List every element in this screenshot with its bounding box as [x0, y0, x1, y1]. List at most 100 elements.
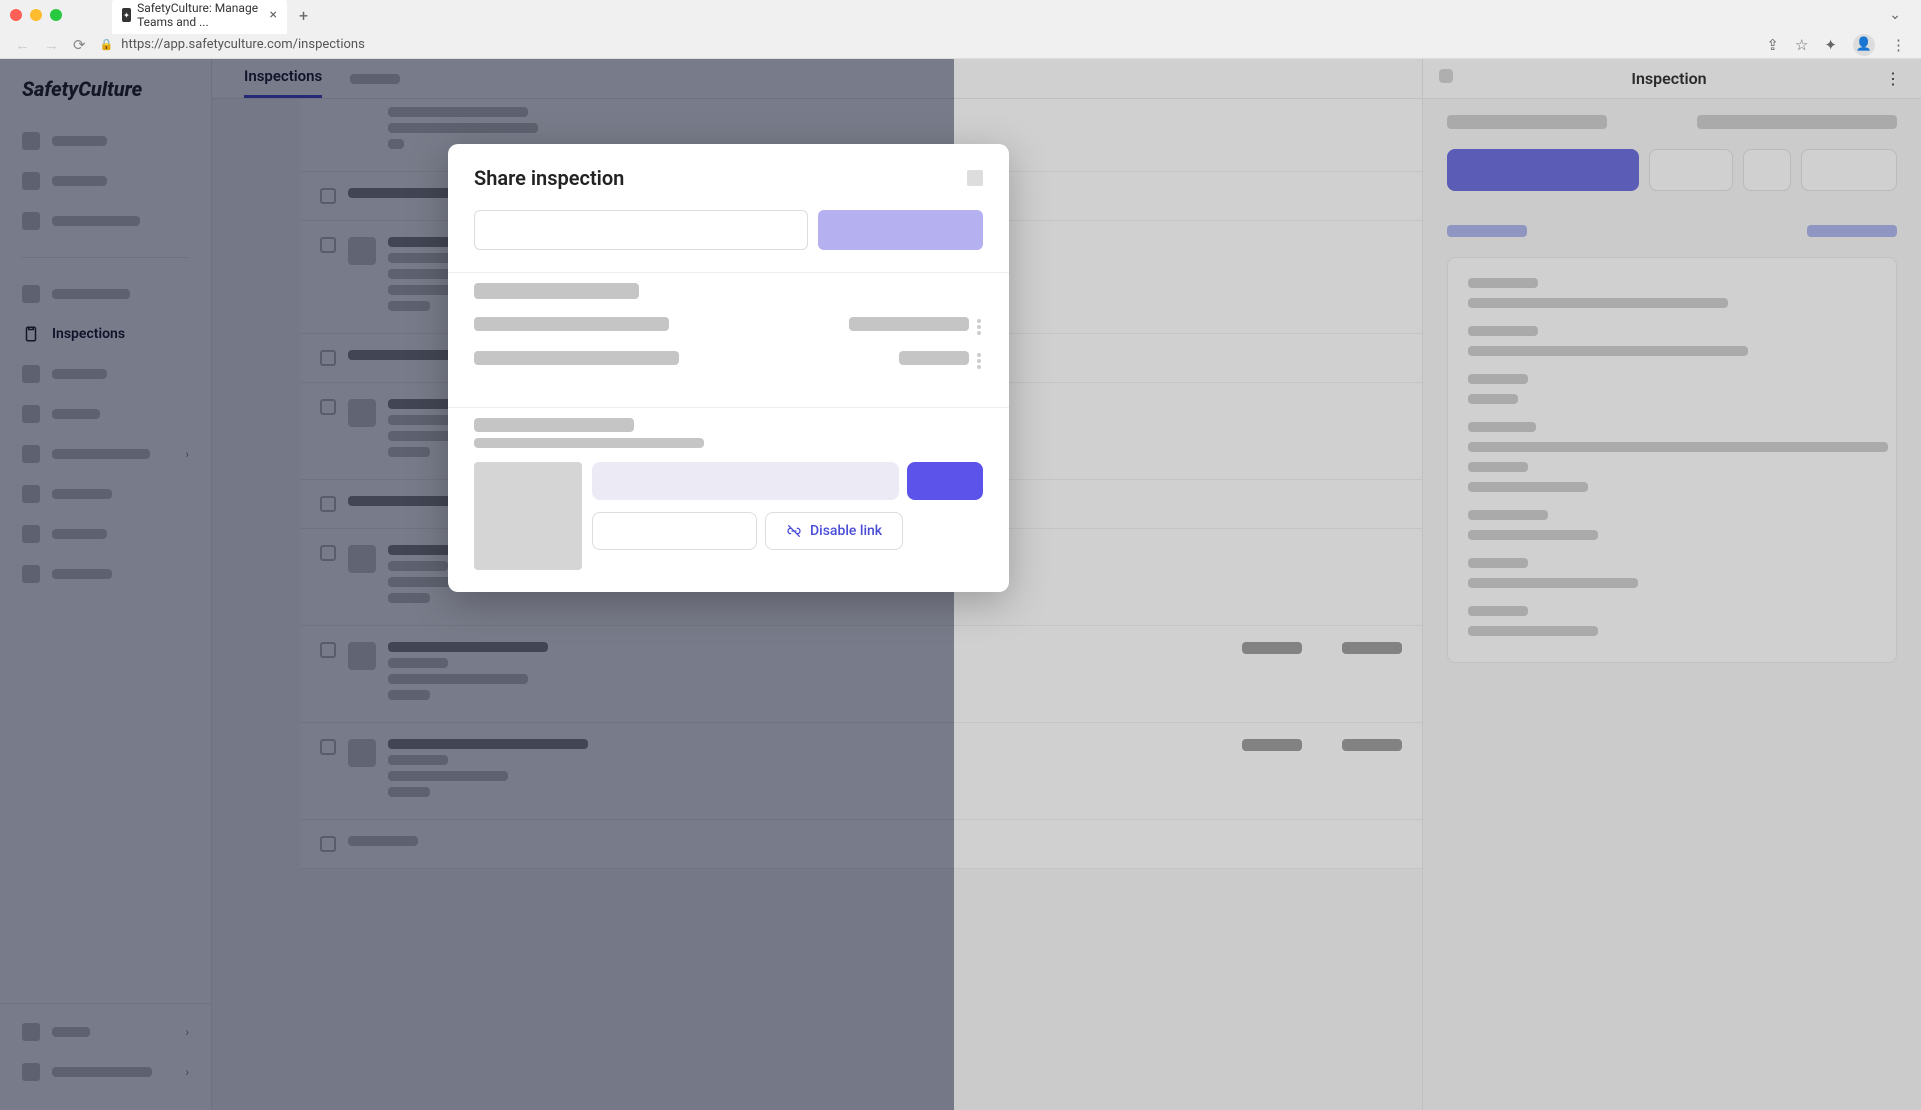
tab-item[interactable] [350, 74, 400, 84]
tab-favicon-icon: ✦ [122, 8, 131, 22]
section-heading [474, 283, 639, 299]
link-section: Disable link [448, 408, 1009, 592]
profile-avatar[interactable]: 👤 [1853, 34, 1875, 56]
url-text: https://app.safetyculture.com/inspection… [121, 37, 365, 52]
bookmark-icon[interactable]: ☆ [1795, 36, 1808, 54]
sidebar-item[interactable] [0, 554, 211, 594]
tab-label: Inspections [244, 67, 322, 85]
row-thumbnail [348, 545, 376, 573]
list-item[interactable] [300, 626, 1422, 723]
link-off-icon [786, 523, 802, 539]
content-tabs: Inspections [212, 59, 1422, 99]
row-checkbox[interactable] [320, 836, 336, 852]
sidebar-item-inspections[interactable]: Inspections [0, 314, 211, 354]
window-controls [10, 9, 62, 21]
primary-action-button[interactable] [1447, 149, 1639, 191]
share-submit-button[interactable] [818, 210, 983, 250]
permission-entity [474, 317, 669, 331]
window-minimize-icon[interactable] [30, 9, 42, 21]
browser-actions: ⇪ ☆ ✦ 👤 ⋮ [1766, 34, 1906, 56]
modal-header: Share inspection [448, 144, 1009, 200]
permission-row [474, 351, 983, 371]
secondary-action-button[interactable] [1743, 149, 1791, 191]
row-thumbnail [348, 399, 376, 427]
row-checkbox[interactable] [320, 399, 336, 415]
row-checkbox[interactable] [320, 496, 336, 512]
tab-overflow-icon[interactable]: ⌄ [1889, 7, 1901, 23]
sidebar-item[interactable] [0, 394, 211, 434]
chevron-right-icon: › [185, 1065, 189, 1079]
detail-body [1423, 99, 1921, 1110]
row-checkbox[interactable] [320, 642, 336, 658]
link-option-button[interactable] [592, 512, 757, 550]
row-thumbnail [348, 237, 376, 265]
detail-card [1447, 257, 1897, 663]
copy-link-button[interactable] [907, 462, 983, 500]
lock-icon: 🔒 [100, 38, 114, 51]
sidebar-item[interactable] [0, 201, 211, 241]
tab-close-icon[interactable]: × [270, 7, 277, 23]
window-maximize-icon[interactable] [50, 9, 62, 21]
new-tab-button[interactable]: + [299, 6, 308, 25]
forward-button[interactable]: → [44, 36, 59, 54]
row-meta [1242, 739, 1402, 803]
sidebar-item[interactable] [0, 274, 211, 314]
list-item[interactable] [300, 820, 1422, 869]
extensions-icon[interactable]: ✦ [1824, 36, 1837, 54]
row-checkbox[interactable] [320, 237, 336, 253]
permission-level[interactable] [899, 351, 969, 365]
sidebar-item[interactable] [0, 354, 211, 394]
sidebar-item[interactable] [0, 514, 211, 554]
row-checkbox[interactable] [320, 350, 336, 366]
reload-button[interactable]: ⟳ [73, 36, 86, 54]
panel-close-icon[interactable] [1439, 69, 1453, 83]
tab-inspections[interactable]: Inspections [244, 67, 322, 98]
permissions-section [448, 273, 1009, 407]
sidebar-divider [22, 257, 189, 258]
browser-chrome: ✦ SafetyCulture: Manage Teams and ... × … [0, 0, 1921, 59]
window-close-icon[interactable] [10, 9, 22, 21]
share-icon[interactable]: ⇪ [1766, 36, 1779, 54]
detail-header: Inspection ⋮ [1423, 59, 1921, 99]
detail-menu-button[interactable]: ⋮ [1885, 69, 1905, 88]
disable-link-button[interactable]: Disable link [765, 512, 903, 550]
row-thumbnail [348, 739, 376, 767]
sidebar-item[interactable] [0, 161, 211, 201]
permission-row [474, 317, 983, 337]
back-button[interactable]: ← [15, 36, 30, 54]
share-recipient-input[interactable] [474, 210, 808, 250]
row-meta [1242, 642, 1402, 706]
permission-menu-icon[interactable] [977, 353, 983, 369]
tab-bar: ✦ SafetyCulture: Manage Teams and ... × … [0, 0, 1921, 30]
share-link-field[interactable] [592, 462, 899, 500]
sidebar-bottom-group: › › [0, 1003, 211, 1092]
sidebar-item[interactable] [0, 121, 211, 161]
detail-title: Inspection [1453, 69, 1885, 88]
row-checkbox[interactable] [320, 739, 336, 755]
sidebar: SafetyCulture Inspections › › › [0, 59, 212, 1110]
link-section-subtext [474, 438, 704, 448]
chevron-right-icon: › [185, 447, 189, 461]
list-item[interactable] [300, 723, 1422, 820]
sidebar-main-group: Inspections › [0, 266, 211, 602]
disable-link-label: Disable link [810, 523, 882, 539]
secondary-action-button[interactable] [1649, 149, 1733, 191]
row-checkbox[interactable] [320, 188, 336, 204]
row-thumbnail [348, 642, 376, 670]
sidebar-item[interactable] [0, 474, 211, 514]
modal-close-button[interactable] [967, 170, 983, 186]
modal-title: Share inspection [474, 166, 624, 190]
permission-entity [474, 351, 679, 365]
permission-menu-icon[interactable] [977, 319, 983, 335]
sidebar-item[interactable]: › [0, 1012, 211, 1052]
browser-nav-bar: ← → ⟳ 🔒 https://app.safetyculture.com/in… [0, 30, 1921, 59]
sidebar-item[interactable]: › [0, 1052, 211, 1092]
browser-tab[interactable]: ✦ SafetyCulture: Manage Teams and ... × [112, 0, 287, 34]
row-checkbox[interactable] [320, 545, 336, 561]
address-bar[interactable]: 🔒 https://app.safetyculture.com/inspecti… [100, 37, 1753, 52]
secondary-action-button[interactable] [1801, 149, 1897, 191]
chevron-right-icon: › [185, 1025, 189, 1039]
browser-menu-icon[interactable]: ⋮ [1891, 36, 1906, 54]
permission-level[interactable] [849, 317, 969, 331]
sidebar-item[interactable]: › [0, 434, 211, 474]
